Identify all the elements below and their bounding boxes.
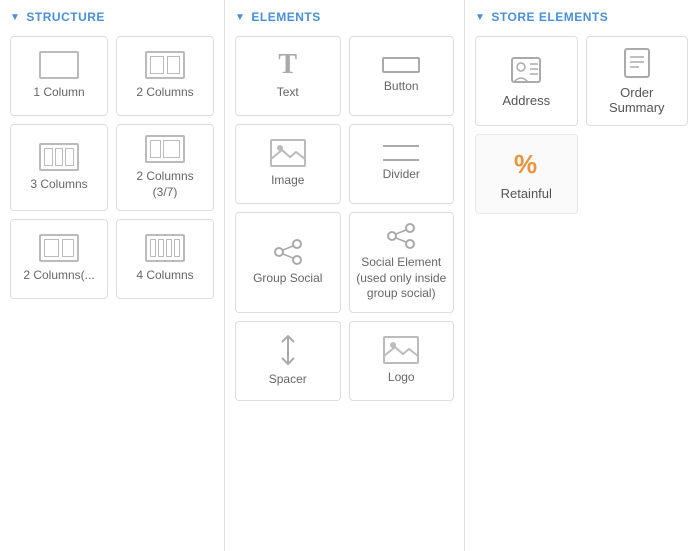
element-text[interactable]: T Text [235,36,341,116]
group-social-icon [272,239,304,265]
text-icon: T [278,51,297,79]
spacer-icon [278,334,298,366]
store-order-summary[interactable]: Order Summary [586,36,689,126]
1col-label: 1 Column [33,85,84,101]
elements-arrow-icon: ▼ [235,12,245,23]
divider-icon [383,145,419,161]
element-logo[interactable]: Logo [349,321,455,401]
structure-item-1col[interactable]: 1 Column [10,36,108,116]
element-spacer[interactable]: Spacer [235,321,341,401]
element-divider[interactable]: Divider [349,124,455,204]
structure-item-2col-left[interactable]: 2 Columns(... [10,219,108,299]
image-label: Image [271,173,304,189]
store-arrow-icon: ▼ [475,12,485,23]
retainful-wrapper: % Retainful [475,134,578,214]
structure-grid: 1 Column 2 Columns 3 Columns 2 Columns (… [10,36,214,299]
image-icon [270,139,306,167]
retainful-icon: % [510,147,542,186]
social-element-icon [385,223,417,249]
store-grid: Address Order Summary [475,36,688,126]
logo-icon [383,336,419,364]
elements-header: ▼ Elements [235,10,454,24]
social-element-label: Social Element [361,255,441,271]
1col-icon [39,51,79,79]
element-image[interactable]: Image [235,124,341,204]
structure-arrow-icon: ▼ [10,12,20,23]
elements-grid: T Text Button Image [235,36,454,401]
structure-header: ▼ Structure [10,10,214,24]
order-summary-label: Order Summary [593,85,682,115]
social-element-sublabel: (used only inside group social) [356,271,448,302]
structure-item-3col[interactable]: 3 Columns [10,124,108,211]
2col-left-label: 2 Columns(... [23,268,94,284]
group-social-label: Group Social [253,271,322,287]
element-social-element[interactable]: Social Element (used only inside group s… [349,212,455,313]
structure-panel: ▼ Structure 1 Column 2 Columns 3 Columns [0,0,225,551]
elements-panel: ▼ Elements T Text Button Image [225,0,465,551]
button-label: Button [384,79,419,95]
store-panel: ▼ Store Elements Address [465,0,698,551]
logo-label: Logo [388,370,415,386]
button-icon [382,57,420,73]
store-header: ▼ Store Elements [475,10,688,24]
2col-37-label: 2 Columns (3/7) [123,169,207,200]
element-button[interactable]: Button [349,36,455,116]
retainful-label: Retainful [501,186,552,201]
2col-left-icon [39,234,79,262]
store-address[interactable]: Address [475,36,578,126]
structure-item-4col[interactable]: 4 Columns [116,219,214,299]
order-summary-icon [623,47,651,85]
4col-label: 4 Columns [136,268,193,284]
text-label: Text [277,85,299,101]
structure-title: Structure [26,10,105,24]
svg-text:%: % [514,149,537,179]
address-label: Address [502,93,550,108]
2col-label: 2 Columns [136,85,193,101]
2col-icon [145,51,185,79]
spacer-label: Spacer [269,372,307,388]
element-group-social[interactable]: Group Social [235,212,341,313]
3col-icon [39,143,79,171]
structure-item-2col-37[interactable]: 2 Columns (3/7) [116,124,214,211]
3col-label: 3 Columns [30,177,87,193]
4col-icon [145,234,185,262]
address-icon [510,54,542,93]
store-title: Store Elements [491,10,608,24]
elements-title: Elements [251,10,320,24]
store-retainful[interactable]: % Retainful [475,134,578,214]
structure-item-2col[interactable]: 2 Columns [116,36,214,116]
divider-label: Divider [383,167,420,183]
2col-37-icon [145,135,185,163]
